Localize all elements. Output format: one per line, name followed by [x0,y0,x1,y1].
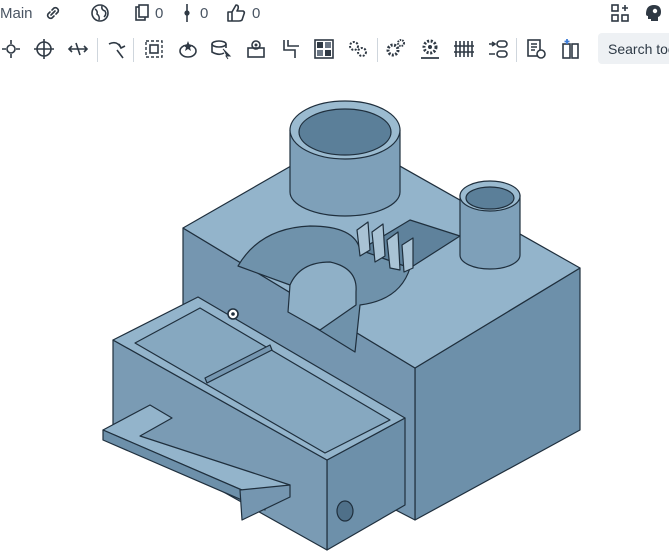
document-tab-main[interactable]: Main [0,0,33,26]
revolve-icon[interactable] [103,34,129,64]
transform-icon[interactable] [485,34,511,64]
likes-indicator[interactable]: 0 [226,0,260,26]
feature-list-icon[interactable] [523,34,549,64]
search-placeholder: Search tools [608,40,669,57]
feature-toolbar [0,30,669,68]
part-model[interactable] [0,70,669,558]
document-topbar: Main 0 0 0 [0,0,669,26]
link-icon[interactable] [44,0,62,26]
clipboard-icon [135,4,149,21]
document-label: Main [0,4,33,22]
toolbar-separator [377,38,378,62]
search-tools-input[interactable]: Search tools [598,33,669,64]
mate-icon[interactable] [65,34,91,64]
thumbs-up-icon [227,4,246,22]
extrude-cursor-icon[interactable] [208,34,234,64]
versions-count: 0 [155,4,164,22]
tray-hole [336,500,354,522]
gear-pattern-icon[interactable] [345,34,371,64]
large-cylinder-bore [298,108,392,156]
gears-icon[interactable] [383,34,409,64]
sketch-plane-icon[interactable] [0,34,24,64]
toolbar-separator [133,38,134,62]
gear-base-icon[interactable] [417,34,443,64]
branch-icon [184,4,190,22]
globe-icon[interactable] [90,0,110,26]
assistant-head-icon[interactable] [642,0,664,26]
small-cylinder-bore [465,186,515,210]
shell-icon[interactable] [243,34,269,64]
move-icon[interactable] [31,34,57,64]
extrude-star-icon[interactable] [175,34,201,64]
pattern-grid-icon[interactable] [311,34,337,64]
add-custom-feature-icon[interactable] [557,34,583,64]
toolbar-separator [97,38,98,62]
versions-indicator[interactable]: 0 [133,0,163,26]
branches-count: 0 [200,4,209,22]
branches-indicator[interactable]: 0 [182,0,208,26]
toolbar-separator [516,38,517,62]
sheet-metal-icon[interactable] [277,34,303,64]
rack-icon[interactable] [451,34,477,64]
bounding-box-icon[interactable] [141,34,167,64]
app-store-icon[interactable] [610,0,630,26]
graphics-viewport[interactable] [0,70,669,558]
likes-count: 0 [252,4,261,22]
